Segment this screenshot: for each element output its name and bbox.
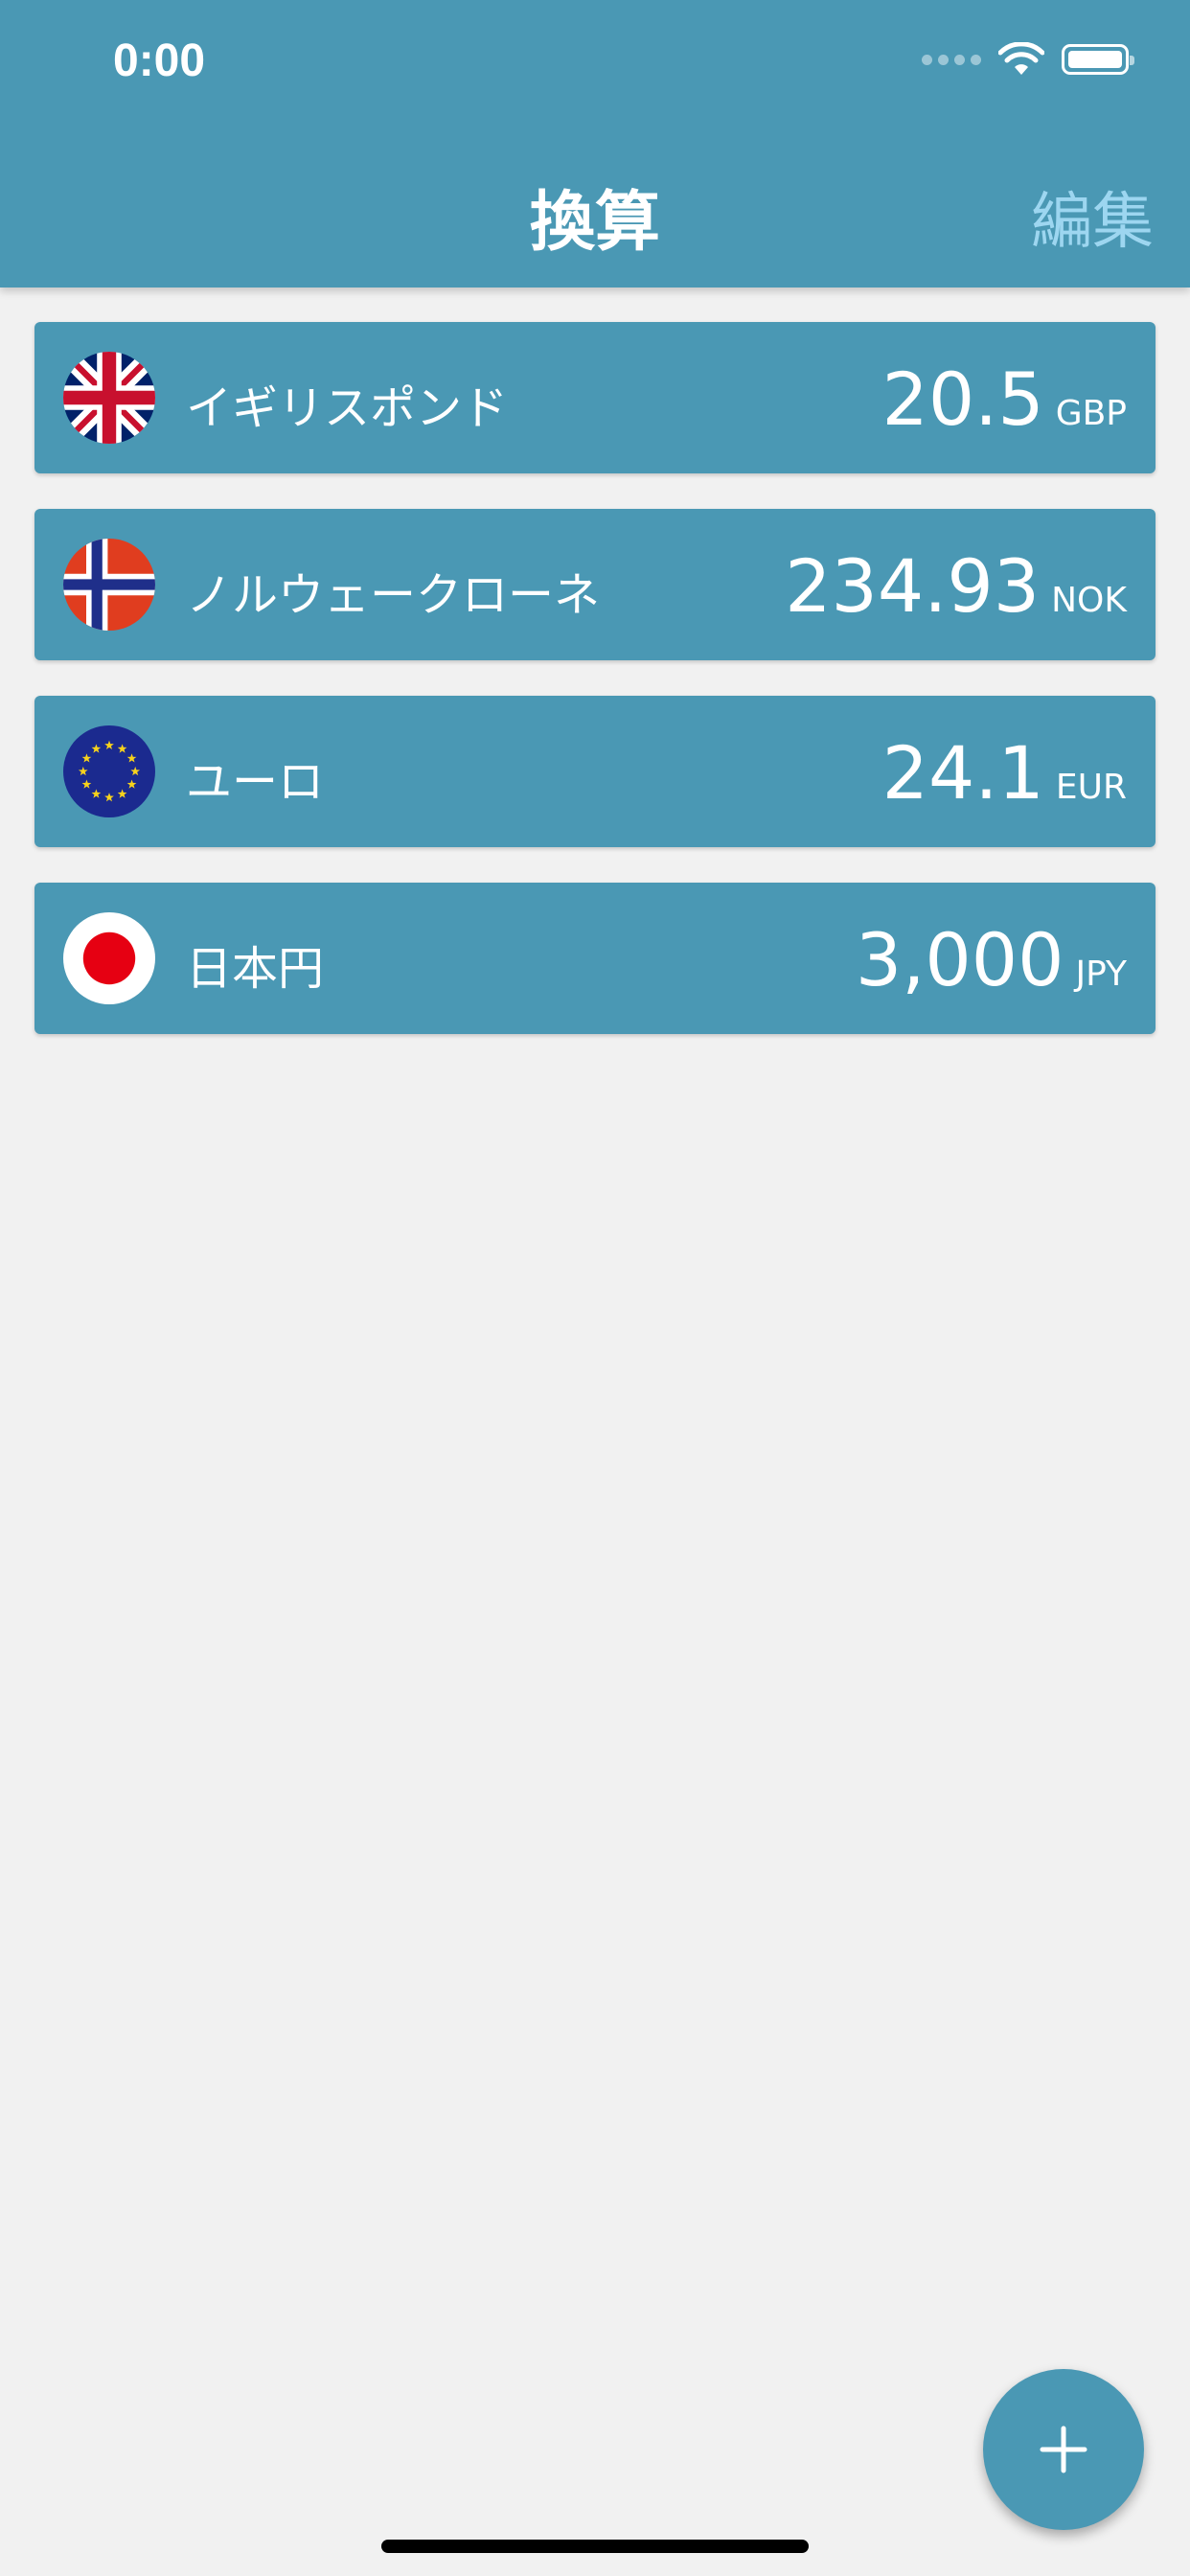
japan-flag-icon [63,912,155,1004]
currency-name: 日本円 [186,942,325,996]
eu-flag-icon [63,725,155,817]
cellular-signal-icon [922,54,981,65]
amount-value: 20.5 [881,356,1044,442]
amount-value: 3,000 [855,917,1064,1002]
edit-button[interactable]: 編集 [1031,172,1154,261]
uk-flag-icon [63,352,155,444]
amount-value: 234.93 [785,543,1041,629]
currency-code: JPY [1075,954,1127,994]
currency-row-gbp[interactable]: イギリスポンド 20.5 GBP [34,322,1156,473]
currency-code: GBP [1055,394,1127,433]
page-title: 換算 [529,185,660,261]
currency-row-jpy[interactable]: 日本円 3,000 JPY [34,883,1156,1034]
currency-amount: 234.93 NOK [785,543,1127,629]
currency-name: ユーロ [186,755,325,809]
add-currency-button[interactable] [983,2369,1144,2530]
currency-amount: 20.5 GBP [881,356,1127,442]
currency-row-eur[interactable]: ユーロ 24.1 EUR [34,696,1156,847]
currency-name: ノルウェークローネ [186,568,601,622]
home-indicator [381,2540,809,2553]
battery-icon [1062,44,1134,75]
status-icons [922,42,1134,77]
wifi-icon [998,42,1044,75]
currency-code: NOK [1051,581,1127,620]
currency-amount: 3,000 JPY [856,917,1127,1002]
plus-icon [1040,2426,1087,2473]
currency-amount: 24.1 EUR [882,730,1127,816]
amount-value: 24.1 [881,730,1044,816]
header: 0:00 換算 編集 [0,0,1190,288]
currency-list: イギリスポンド 20.5 GBP ノルウェークローネ 234.93 NOK ユー… [34,322,1156,1070]
currency-code: EUR [1055,768,1127,807]
norway-flag-icon [63,539,155,631]
currency-row-nok[interactable]: ノルウェークローネ 234.93 NOK [34,509,1156,660]
status-time: 0:00 [113,35,206,86]
currency-name: イギリスポンド [186,381,509,435]
